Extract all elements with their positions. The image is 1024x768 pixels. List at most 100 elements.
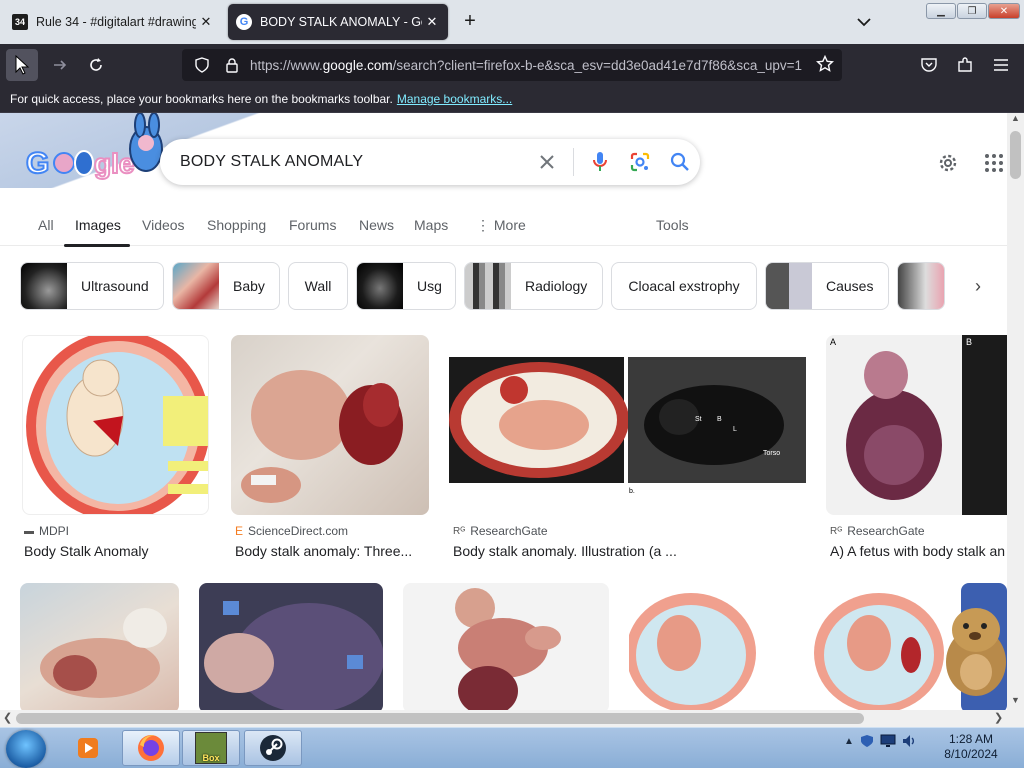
result-source[interactable]: Rᴳ ResearchGate [830, 524, 925, 538]
show-hidden-icons-icon[interactable]: ▲ [844, 736, 854, 747]
system-tray: ▲ [844, 734, 918, 748]
tab-maps[interactable]: Maps [414, 217, 448, 233]
chip-wall[interactable]: Wall [288, 262, 348, 310]
lock-icon[interactable] [220, 55, 244, 75]
tab-videos[interactable]: Videos [142, 217, 185, 233]
voice-search-mic-icon[interactable] [580, 142, 620, 182]
result-image[interactable]: A B [826, 335, 1007, 515]
scroll-left-arrow-icon[interactable]: ❮ [3, 711, 12, 724]
svg-text:G: G [26, 147, 49, 180]
navigation-toolbar: https://www.google.com/search?client=fir… [0, 44, 1024, 86]
search-input[interactable]: BODY STALK ANOMALY [180, 153, 527, 171]
start-orb-icon[interactable] [6, 730, 46, 768]
volume-icon[interactable] [902, 734, 918, 748]
tab-images[interactable]: Images [75, 217, 121, 233]
desktop-pet-mascot-image[interactable] [940, 600, 1012, 700]
panel-b-label: b. [629, 488, 635, 495]
hamburger-menu-icon[interactable] [990, 54, 1012, 76]
vertical-scroll-thumb[interactable] [1010, 131, 1021, 179]
new-tab-button[interactable]: + [458, 10, 482, 33]
chip-cloacal-exstrophy[interactable]: Cloacal exstrophy [611, 262, 757, 310]
chip-thumbnail [465, 263, 511, 309]
clear-search-icon[interactable] [527, 142, 567, 182]
chip-ultrasound[interactable]: Ultrasound [20, 262, 164, 310]
google-apps-grid-icon[interactable] [984, 153, 1004, 173]
close-tab-icon[interactable]: ✕ [422, 14, 442, 30]
tab-more[interactable]: ⋮ More [476, 217, 526, 234]
maximize-button[interactable]: ❐ [957, 3, 987, 19]
pocket-icon[interactable] [918, 54, 940, 76]
tab-news[interactable]: News [359, 217, 394, 233]
chip-baby[interactable]: Baby [172, 262, 280, 310]
box-app-taskbar-icon[interactable]: Box [182, 730, 240, 766]
address-bar[interactable]: https://www.google.com/search?client=fir… [182, 49, 842, 81]
chip-partial[interactable] [897, 262, 945, 310]
search-magnifier-icon[interactable] [660, 142, 700, 182]
more-vertical-dots-icon: ⋮ [476, 217, 494, 233]
back-button[interactable] [6, 49, 38, 81]
fetus-diagram-pair-image [629, 593, 944, 710]
vertical-scrollbar[interactable]: ▲ ▼ [1007, 113, 1024, 710]
scroll-up-arrow-icon[interactable]: ▲ [1011, 113, 1020, 123]
search-box[interactable]: BODY STALK ANOMALY [160, 139, 700, 185]
horizontal-scrollbar[interactable]: ❮ ❯ [0, 710, 1024, 727]
result-source[interactable]: ▬ MDPI [24, 524, 69, 538]
bookmark-star-icon[interactable] [815, 54, 835, 78]
result-title[interactable]: Body Stalk Anomaly [24, 543, 212, 559]
result-source[interactable]: Rᴳ ResearchGate [453, 524, 548, 538]
site-favicon-icon: 34 [12, 14, 28, 30]
minimize-button[interactable]: ▁ [926, 3, 956, 19]
chip-usg[interactable]: Usg [356, 262, 456, 310]
tab-rule34[interactable]: 34 Rule 34 - #digitalart #drawing # ✕ [4, 4, 222, 40]
result-image[interactable] [199, 583, 383, 710]
result-title[interactable]: A) A fetus with body stalk an [830, 543, 1007, 559]
chip-causes[interactable]: Causes [765, 262, 889, 310]
forward-button[interactable] [44, 49, 76, 81]
system-clock[interactable]: 1:28 AM 8/10/2024 [930, 732, 1012, 762]
horizontal-scroll-thumb[interactable] [16, 713, 864, 724]
google-doodle-logo[interactable]: G gle [24, 113, 174, 193]
scroll-down-arrow-icon[interactable]: ▼ [1011, 695, 1020, 705]
tab-forums[interactable]: Forums [289, 217, 336, 233]
monitor-icon[interactable] [880, 734, 896, 748]
tab-strip: 34 Rule 34 - #digitalart #drawing # ✕ G … [0, 0, 1024, 44]
infant-photo-image [40, 608, 167, 698]
settings-gear-icon[interactable] [936, 151, 960, 175]
scroll-right-arrow-icon[interactable]: ❯ [994, 711, 1003, 724]
svg-text:gle: gle [94, 148, 134, 179]
result-image[interactable] [22, 335, 209, 515]
media-player-taskbar-icon[interactable] [62, 730, 114, 766]
chip-thumbnail [21, 263, 67, 309]
tracking-protection-shield-icon[interactable] [190, 55, 214, 75]
reload-button[interactable] [80, 49, 112, 81]
result-image[interactable] [20, 583, 179, 710]
firefox-taskbar-icon[interactable] [122, 730, 180, 766]
tools-button[interactable]: Tools [656, 217, 689, 233]
chip-radiology[interactable]: Radiology [464, 262, 603, 310]
chevron-right-icon[interactable]: › [958, 274, 998, 298]
result-image[interactable] [231, 335, 429, 515]
search-divider [573, 148, 574, 176]
chip-thumbnail [898, 263, 944, 309]
tab-all[interactable]: All [38, 217, 54, 233]
result-image[interactable] [629, 583, 945, 710]
manage-bookmarks-link[interactable]: Manage bookmarks... [397, 92, 512, 106]
network-shield-icon[interactable] [860, 734, 874, 748]
extensions-puzzle-icon[interactable] [954, 54, 976, 76]
result-title[interactable]: Body stalk anomaly. Illustration (a ... [453, 543, 693, 559]
google-lens-camera-icon[interactable] [620, 142, 660, 182]
result-image[interactable]: St B L Torso b. [449, 335, 806, 515]
close-window-button[interactable]: ✕ [988, 3, 1020, 19]
panel-a-label: A [830, 337, 836, 347]
url-text[interactable]: https://www.google.com/search?client=fir… [250, 58, 810, 73]
result-source[interactable]: E ScienceDirect.com [235, 524, 348, 538]
result-image[interactable] [403, 583, 609, 710]
tab-shopping[interactable]: Shopping [207, 217, 266, 233]
steam-taskbar-icon[interactable] [244, 730, 302, 766]
refinement-chips: Ultrasound Baby Wall Usg Radiology Cloac… [0, 262, 1007, 310]
close-tab-icon[interactable]: ✕ [196, 14, 216, 30]
result-title[interactable]: Body stalk anomaly: Three... [235, 543, 425, 559]
active-tab-indicator [64, 244, 130, 247]
list-all-tabs-icon[interactable] [854, 12, 874, 32]
tab-google-search[interactable]: G BODY STALK ANOMALY - Goo ✕ [228, 4, 448, 40]
